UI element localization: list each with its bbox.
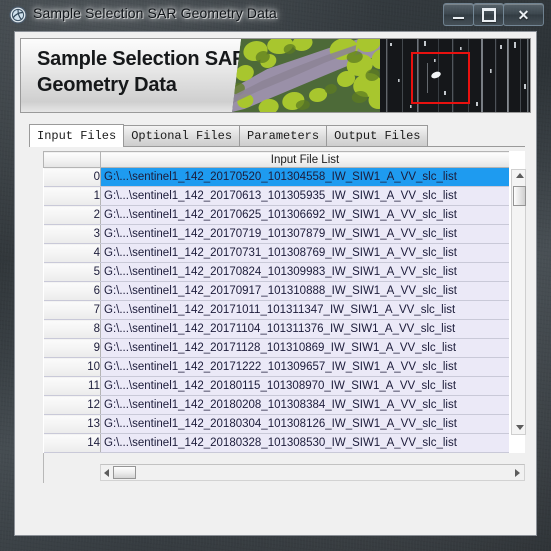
- input-file-path-cell[interactable]: G:\...\sentinel1_142_20171011_101311347_…: [100, 300, 509, 320]
- scroll-left-arrow-icon[interactable]: [104, 469, 109, 477]
- dialog-client-area: Sample Selection SAR Geometry Data Input…: [14, 31, 537, 536]
- input-file-path-cell[interactable]: G:\...\sentinel1_142_20180115_101308970_…: [100, 376, 509, 396]
- table-row[interactable]: 2 G:\...\sentinel1_142_20170625_101306692…: [43, 205, 509, 225]
- tab-parameters[interactable]: Parameters: [239, 125, 328, 146]
- scroll-up-arrow-icon[interactable]: [516, 173, 524, 178]
- input-file-path-cell[interactable]: G:\...\sentinel1_142_20180304_101308126_…: [100, 414, 509, 434]
- tab-optional-files[interactable]: Optional Files: [123, 125, 241, 146]
- input-file-path-cell[interactable]: G:\...\sentinel1_142_20170824_101309983_…: [100, 262, 509, 282]
- row-index-cell: 13: [43, 414, 101, 434]
- row-index-cell: 0: [43, 167, 101, 187]
- tab-input-files[interactable]: Input Files: [29, 124, 125, 147]
- table-row[interactable]: 3 G:\...\sentinel1_142_20170719_101307879…: [43, 224, 509, 244]
- input-file-path-cell[interactable]: G:\...\sentinel1_142_20170917_101310888_…: [100, 281, 509, 301]
- sar-region-of-interest-box: [411, 52, 470, 104]
- table-row[interactable]: 5 G:\...\sentinel1_142_20170824_101309983…: [43, 262, 509, 282]
- window-titlebar[interactable]: Sample Selection SAR Geometry Data ✕: [0, 0, 551, 31]
- table-row[interactable]: 14 G:\...\sentinel1_142_20180328_10130853…: [43, 433, 509, 453]
- input-file-path-cell[interactable]: G:\...\sentinel1_142_20171104_101311376_…: [100, 319, 509, 339]
- input-file-path-cell[interactable]: G:\...\sentinel1_142_20170731_101308769_…: [100, 243, 509, 263]
- row-index-cell: 5: [43, 262, 101, 282]
- horizontal-scrollbar-thumb[interactable]: [113, 466, 136, 479]
- aerial-optical-thumbnail: [232, 39, 389, 112]
- input-file-table-viewport: Input File List 0 G:\...\sentinel1_142_20…: [43, 151, 509, 453]
- row-index-cell: 12: [43, 395, 101, 415]
- input-file-path-cell[interactable]: G:\...\sentinel1_142_20180208_101308384_…: [100, 395, 509, 415]
- tab-output-files[interactable]: Output Files: [326, 125, 429, 146]
- row-index-cell: 2: [43, 205, 101, 225]
- table-row[interactable]: 1 G:\...\sentinel1_142_20170613_101305935…: [43, 186, 509, 206]
- vertical-scrollbar[interactable]: [511, 169, 526, 435]
- row-index-cell: 3: [43, 224, 101, 244]
- table-row[interactable]: 9 G:\...\sentinel1_142_20171128_101310869…: [43, 338, 509, 358]
- table-row[interactable]: 12 G:\...\sentinel1_142_20180208_10130838…: [43, 395, 509, 415]
- row-index-cell: 14: [43, 433, 101, 453]
- input-file-path-cell[interactable]: G:\...\sentinel1_142_20170719_101307879_…: [100, 224, 509, 244]
- table-row[interactable]: 0 G:\...\sentinel1_142_20170520_101304558…: [43, 167, 509, 187]
- minimize-button[interactable]: [443, 3, 474, 26]
- table-header-row: Input File List: [43, 151, 509, 168]
- row-index-cell: 10: [43, 357, 101, 377]
- row-index-cell: 4: [43, 243, 101, 263]
- minimize-icon: [453, 16, 464, 19]
- table-row[interactable]: 7 G:\...\sentinel1_142_20171011_101311347…: [43, 300, 509, 320]
- input-file-path-cell[interactable]: G:\...\sentinel1_142_20170520_101304558_…: [100, 167, 509, 187]
- scroll-right-arrow-icon[interactable]: [515, 469, 520, 477]
- input-file-path-cell[interactable]: G:\...\sentinel1_142_20171128_101310869_…: [100, 338, 509, 358]
- input-file-table: Input File List 0 G:\...\sentinel1_142_20…: [43, 151, 509, 453]
- row-index-cell: 1: [43, 186, 101, 206]
- table-row[interactable]: 10 G:\...\sentinel1_142_20171222_10130965…: [43, 357, 509, 377]
- row-index-cell: 7: [43, 300, 101, 320]
- table-row[interactable]: 4 G:\...\sentinel1_142_20170731_101308769…: [43, 243, 509, 263]
- close-icon: ✕: [517, 6, 530, 23]
- page-title: Sample Selection SAR Geometry Data: [37, 48, 247, 96]
- app-icon: [9, 6, 27, 24]
- table-row[interactable]: 13 G:\...\sentinel1_142_20180304_10130812…: [43, 414, 509, 434]
- horizontal-scrollbar[interactable]: [100, 464, 525, 481]
- input-file-path-cell[interactable]: G:\...\sentinel1_142_20170625_101306692_…: [100, 205, 509, 225]
- input-file-path-cell[interactable]: G:\...\sentinel1_142_20171222_101309657_…: [100, 357, 509, 377]
- table-row[interactable]: 11 G:\...\sentinel1_142_20180115_10130897…: [43, 376, 509, 396]
- window-title: Sample Selection SAR Geometry Data: [33, 5, 277, 21]
- maximize-button[interactable]: [473, 3, 504, 26]
- scroll-down-arrow-icon[interactable]: [516, 425, 524, 430]
- table-row[interactable]: 6 G:\...\sentinel1_142_20170917_101310888…: [43, 281, 509, 301]
- column-header-index[interactable]: [43, 151, 101, 168]
- input-file-list-panel: Input File List 0 G:\...\sentinel1_142_20…: [43, 151, 526, 453]
- table-row[interactable]: 8 G:\...\sentinel1_142_20171104_101311376…: [43, 319, 509, 339]
- desktop-background: Sample Selection SAR Geometry Data ✕ Sam…: [0, 0, 551, 551]
- maximize-icon: [481, 7, 496, 22]
- row-index-cell: 8: [43, 319, 101, 339]
- header-banner: Sample Selection SAR Geometry Data: [20, 38, 531, 113]
- tab-bar: Input Files Optional Files Parameters Ou…: [29, 124, 525, 147]
- input-file-table-body: 0 G:\...\sentinel1_142_20170520_101304558…: [43, 167, 509, 453]
- row-index-cell: 9: [43, 338, 101, 358]
- input-file-path-cell[interactable]: G:\...\sentinel1_142_20170613_101305935_…: [100, 186, 509, 206]
- row-index-cell: 11: [43, 376, 101, 396]
- column-header-input-file-list[interactable]: Input File List: [100, 151, 509, 168]
- window-close-button[interactable]: ✕: [503, 3, 544, 26]
- sar-amplitude-thumbnail: [380, 39, 530, 112]
- input-file-path-cell[interactable]: G:\...\sentinel1_142_20180328_101308530_…: [100, 433, 509, 453]
- vertical-scrollbar-thumb[interactable]: [513, 186, 526, 206]
- row-index-cell: 6: [43, 281, 101, 301]
